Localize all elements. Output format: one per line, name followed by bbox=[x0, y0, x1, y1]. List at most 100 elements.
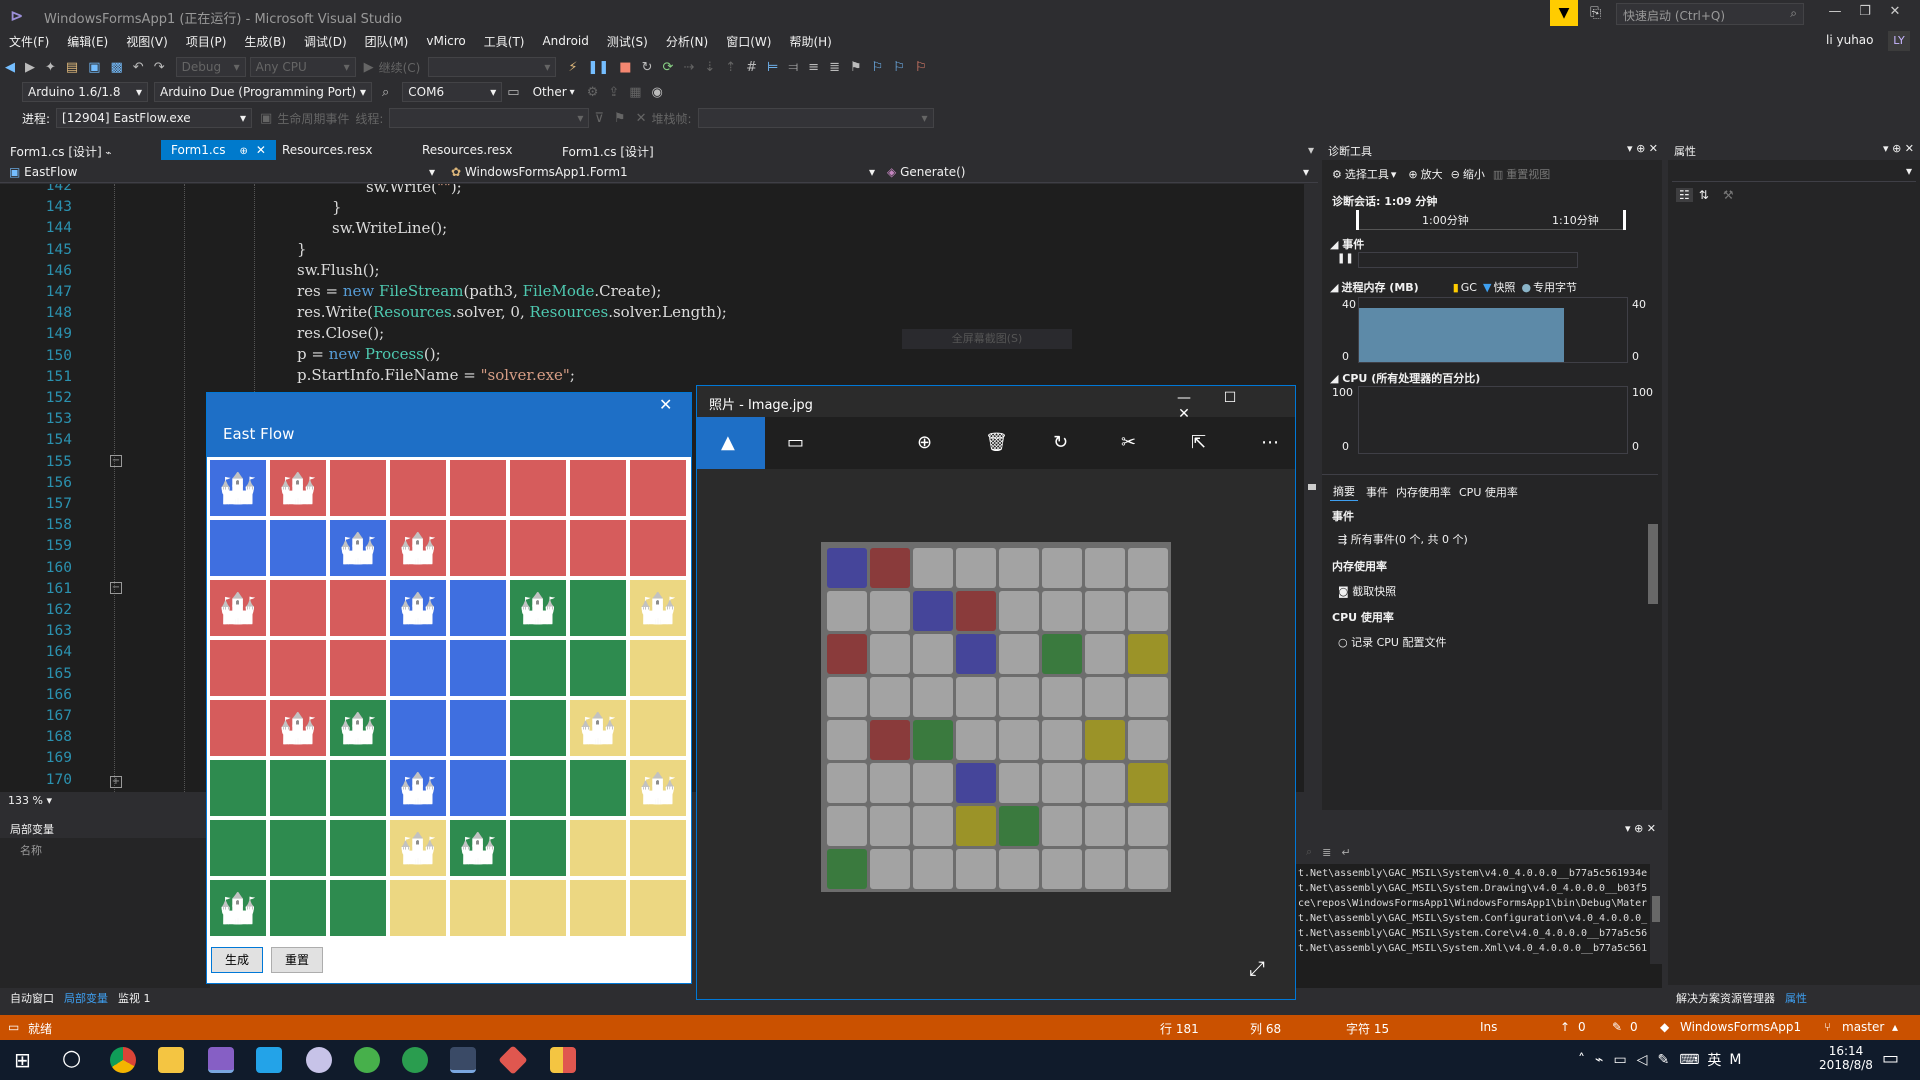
share-icon[interactable]: ⇱ bbox=[1191, 432, 1206, 453]
lightning-icon[interactable]: ⚡ bbox=[568, 60, 577, 75]
visual-studio-icon[interactable] bbox=[208, 1047, 234, 1073]
output-panel[interactable]: t.Net\assembly\GAC_MSIL\System\v4.0_4.0.… bbox=[1296, 864, 1662, 988]
timeline-ruler[interactable]: 1:00分钟 1:10分钟 bbox=[1356, 210, 1626, 230]
grid-cell[interactable]: 🏰 bbox=[330, 700, 386, 756]
project-dropdown[interactable]: ▣ EastFlow ▾ bbox=[4, 162, 440, 182]
all-events-link[interactable]: ⇶ 所有事件(0 个, 共 0 个) bbox=[1338, 531, 1468, 547]
redo-icon[interactable]: ↷ bbox=[154, 60, 165, 75]
collapse-toggle[interactable]: − bbox=[110, 455, 122, 467]
pause-icon[interactable]: ❚❚ bbox=[588, 60, 610, 75]
tab-memory-usage[interactable]: 内存使用率 bbox=[1396, 484, 1451, 500]
grid-cell[interactable] bbox=[630, 640, 686, 696]
find-icon[interactable]: ⌕ bbox=[1306, 845, 1312, 859]
menu-build[interactable]: 生成(B) bbox=[244, 30, 286, 53]
grid-cell[interactable]: 🏰 bbox=[390, 580, 446, 636]
compile-icon[interactable]: ▦ bbox=[629, 85, 641, 100]
bookmark-next-icon[interactable]: ⚐ bbox=[893, 60, 905, 75]
grid-cell[interactable] bbox=[630, 460, 686, 516]
back-icon[interactable]: ◀ bbox=[5, 60, 15, 75]
more-icon[interactable]: ⋯ bbox=[1261, 432, 1279, 453]
grid-cell[interactable] bbox=[510, 700, 566, 756]
tab-events[interactable]: 事件 bbox=[1366, 484, 1388, 500]
delete-icon[interactable]: 🗑 bbox=[985, 432, 1008, 453]
target-dropdown[interactable]: ▾ bbox=[428, 57, 557, 77]
refresh-icon[interactable]: ⟳ bbox=[663, 60, 674, 75]
winforms-app-icon[interactable] bbox=[550, 1047, 576, 1073]
member-dropdown[interactable]: ◈ Generate() ▾ bbox=[882, 162, 1314, 182]
gear-icon[interactable]: ⚙ bbox=[1332, 168, 1342, 181]
upload-icon[interactable]: ⇪ bbox=[608, 85, 619, 100]
pencil-icon[interactable]: ✎ bbox=[1612, 1020, 1622, 1034]
grid-cell[interactable] bbox=[570, 820, 626, 876]
board-model-dropdown[interactable]: Arduino Due (Programming Port) ▾ bbox=[154, 82, 372, 102]
tab-resources-resx-2[interactable]: Resources.resx bbox=[412, 140, 523, 160]
grid-cell[interactable] bbox=[570, 880, 626, 936]
dropdown-icon[interactable]: ▾ bbox=[1883, 142, 1889, 155]
grid-cell[interactable]: 🏰 bbox=[210, 460, 266, 516]
reset-view-icon[interactable]: ▥ bbox=[1493, 168, 1503, 181]
grid-cell[interactable] bbox=[630, 520, 686, 576]
port-dropdown[interactable]: COM6 ▾ bbox=[402, 82, 503, 102]
grid-cell[interactable] bbox=[270, 880, 326, 936]
tab-locals[interactable]: 局部变量 bbox=[64, 990, 108, 1006]
ime-mode[interactable]: M bbox=[1729, 1052, 1741, 1068]
close-icon[interactable]: ✕ bbox=[256, 143, 266, 157]
stop-circle-icon[interactable]: ◉ bbox=[652, 85, 663, 100]
board-version-dropdown[interactable]: Arduino 1.6/1.8 ▾ bbox=[22, 82, 148, 102]
grid-cell[interactable] bbox=[630, 700, 686, 756]
app-icon[interactable] bbox=[306, 1047, 332, 1073]
bookmark-prev-icon[interactable]: ⚐ bbox=[872, 60, 884, 75]
grid-cell[interactable] bbox=[450, 880, 506, 936]
grid-cell[interactable] bbox=[450, 460, 506, 516]
grid-cell[interactable] bbox=[210, 700, 266, 756]
cortana-icon[interactable]: ○ bbox=[62, 1046, 81, 1071]
step-out-icon[interactable]: ⇡ bbox=[725, 60, 736, 75]
grid-cell[interactable] bbox=[270, 580, 326, 636]
android-studio-icon[interactable] bbox=[402, 1047, 428, 1073]
new-project-icon[interactable]: ✦ bbox=[45, 60, 56, 75]
ime-language[interactable]: 英 bbox=[1707, 1050, 1721, 1070]
grid-cell[interactable] bbox=[330, 640, 386, 696]
class-dropdown[interactable]: ✿ WindowsFormsApp1.Form1 ▾ bbox=[446, 162, 880, 182]
tab-form1-design[interactable]: Form1.cs [设计] ⌁ bbox=[0, 140, 122, 160]
continue-button[interactable]: 继续(C) bbox=[379, 59, 421, 76]
menu-analyze[interactable]: 分析(N) bbox=[666, 30, 708, 53]
grid-cell[interactable]: 🏰 bbox=[450, 820, 506, 876]
maximize-icon[interactable]: ❐ bbox=[1850, 4, 1880, 19]
collapse-icon[interactable]: ✕ bbox=[636, 111, 647, 126]
close-icon[interactable]: ✕ bbox=[1649, 142, 1658, 155]
continue-icon[interactable]: ▶ bbox=[364, 60, 374, 75]
close-icon[interactable]: ✕ bbox=[1647, 822, 1656, 835]
props-object-dropdown[interactable]: ▾ bbox=[1672, 164, 1916, 182]
grid-cell[interactable] bbox=[330, 820, 386, 876]
grid-cell[interactable] bbox=[330, 760, 386, 816]
grid-cell[interactable] bbox=[510, 760, 566, 816]
display-icon[interactable]: ▭ bbox=[1613, 1052, 1626, 1068]
tab-cpu-usage[interactable]: CPU 使用率 bbox=[1459, 484, 1518, 500]
grid-cell[interactable] bbox=[450, 580, 506, 636]
user-name[interactable]: li yuhao bbox=[1826, 33, 1874, 47]
tab-watch1[interactable]: 监视 1 bbox=[118, 990, 151, 1006]
network-icon[interactable]: ⌁ bbox=[1595, 1052, 1603, 1068]
grid-cell[interactable]: 🏰 bbox=[570, 700, 626, 756]
volume-icon[interactable]: ◁ bbox=[1637, 1052, 1648, 1068]
clear-all-icon[interactable]: ≣ bbox=[1322, 846, 1331, 859]
restart-icon[interactable]: ↻ bbox=[642, 60, 653, 75]
step-into-icon[interactable]: ⇣ bbox=[704, 60, 715, 75]
avatar[interactable]: LY bbox=[1888, 31, 1910, 51]
reset-button[interactable]: 重置 bbox=[271, 947, 323, 973]
branch-up-icon[interactable]: ▴ bbox=[1892, 1020, 1898, 1034]
diag-scrollbar[interactable] bbox=[1646, 174, 1660, 794]
menu-view[interactable]: 视图(V) bbox=[126, 30, 168, 53]
categorized-icon[interactable]: ☷ bbox=[1676, 188, 1693, 202]
rotate-icon[interactable]: ↻ bbox=[1053, 432, 1068, 453]
slideshow-icon[interactable]: ▭ bbox=[787, 432, 804, 453]
save-all-icon[interactable]: ▩ bbox=[111, 60, 123, 75]
record-cpu-button[interactable]: ○ 记录 CPU 配置文件 bbox=[1338, 634, 1446, 650]
expand-toggle[interactable]: + bbox=[110, 776, 122, 788]
grid-cell[interactable] bbox=[390, 700, 446, 756]
keyboard-icon[interactable]: ⌨ bbox=[1679, 1052, 1699, 1068]
filter-icon[interactable]: ⊽ bbox=[594, 111, 604, 126]
grid-cell[interactable]: 🏰 bbox=[630, 580, 686, 636]
photos-app-icon[interactable] bbox=[450, 1047, 476, 1073]
